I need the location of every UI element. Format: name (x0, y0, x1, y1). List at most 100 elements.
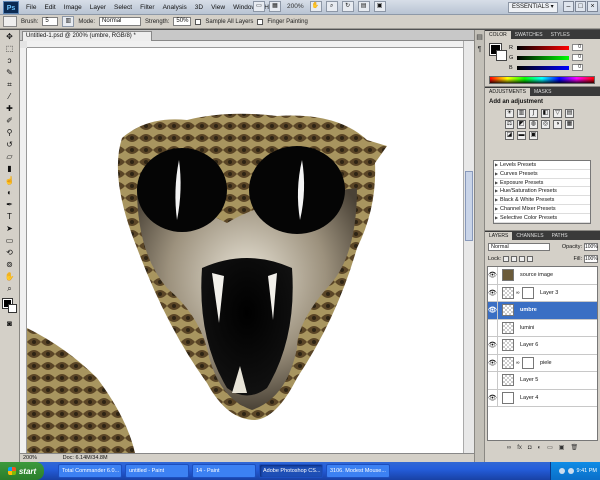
arrange-documents-icon[interactable]: ▤ (357, 1, 370, 12)
menu-image[interactable]: Image (60, 0, 86, 15)
opacity-field[interactable]: 100% (584, 242, 598, 251)
eye-hidden-icon[interactable] (488, 371, 498, 389)
hue-saturation-icon[interactable]: ▤ (565, 109, 574, 118)
mask-link-icon[interactable]: ∞ (516, 290, 521, 296)
tab-channels[interactable]: CHANNELS (512, 232, 547, 240)
menu-select[interactable]: Select (110, 0, 136, 15)
menu-analysis[interactable]: Analysis (159, 0, 191, 15)
exposure-icon[interactable]: ◧ (541, 109, 550, 118)
green-value-field[interactable]: 0 (572, 54, 583, 61)
document-tab[interactable]: Untitled-1.psd @ 200% (umbre, RGB/8) * (22, 31, 152, 41)
lock-pixels-icon[interactable] (511, 255, 518, 262)
menu-3d[interactable]: 3D (191, 0, 207, 15)
invert-icon[interactable]: ◑ (553, 120, 562, 129)
shape-tool-icon[interactable]: ▭ (3, 235, 17, 246)
view-extras-icon[interactable]: ▦ (269, 1, 281, 12)
red-value-field[interactable]: 0 (572, 44, 583, 51)
eyedropper-tool-icon[interactable]: ⁄ (3, 91, 17, 102)
minimize-button[interactable]: – (563, 1, 574, 12)
fill-field[interactable]: 100% (584, 254, 598, 263)
close-button[interactable]: × (587, 1, 598, 12)
tab-styles[interactable]: STYLES (547, 31, 574, 39)
vertical-scrollbar[interactable] (463, 41, 474, 453)
blue-value-field[interactable]: 0 (572, 64, 583, 71)
preset-hue-saturation[interactable]: Hue/Saturation Presets (494, 187, 590, 197)
brush-panel-icon[interactable]: ▥ (62, 16, 75, 27)
ruler-origin[interactable] (20, 41, 27, 48)
eye-icon[interactable]: 👁 (488, 336, 498, 354)
paragraph-panel-icon[interactable]: ¶ (476, 46, 484, 54)
eraser-tool-icon[interactable]: ▱ (3, 151, 17, 162)
tool-preset-picker[interactable] (3, 16, 17, 27)
color-balance-icon[interactable]: ⚖ (505, 120, 514, 129)
preset-levels[interactable]: Levels Presets (494, 161, 590, 170)
new-layer-icon[interactable]: ▣ (559, 444, 565, 451)
clone-stamp-tool-icon[interactable]: ⚲ (3, 127, 17, 138)
status-doc-size[interactable]: Doc: 6.14M/34.8M (63, 455, 108, 461)
link-layers-icon[interactable]: ∞ (507, 445, 511, 451)
hand-tool-icon[interactable]: ✋ (309, 1, 322, 12)
screen-mode-icon[interactable]: ▣ (373, 1, 386, 12)
finger-painting-checkbox[interactable] (257, 18, 264, 25)
color-swatches[interactable] (1, 298, 18, 314)
mode-select[interactable]: Normal (99, 17, 142, 26)
selective-color-icon[interactable]: ▣ (529, 131, 538, 140)
eye-icon[interactable]: 👁 (488, 284, 498, 302)
red-slider[interactable] (517, 45, 569, 50)
layer-style-icon[interactable]: fx (517, 445, 522, 451)
hand-tool-icon[interactable]: ✋ (3, 271, 17, 282)
start-button[interactable]: start (0, 462, 44, 480)
taskbar-item-modest-mouse[interactable]: 3106. Modest Mouse... (326, 464, 390, 478)
menu-file[interactable]: File (22, 0, 40, 15)
path-select-tool-icon[interactable]: ➤ (3, 223, 17, 234)
preset-exposure[interactable]: Exposure Presets (494, 179, 590, 188)
threshold-icon[interactable]: ◪ (505, 131, 514, 140)
maximize-button[interactable]: □ (575, 1, 586, 12)
curves-icon[interactable]: ∫ (529, 109, 538, 118)
photo-filter-icon[interactable]: ◍ (529, 120, 538, 129)
dodge-tool-icon[interactable]: ◐ (3, 187, 17, 198)
tab-adjustments[interactable]: ADJUSTMENTS (485, 88, 530, 96)
type-tool-icon[interactable]: T (3, 211, 17, 222)
zoom-tool-icon[interactable]: ⌕ (325, 1, 338, 12)
color-panel-background-swatch[interactable] (496, 50, 507, 61)
new-adjustment-layer-icon[interactable]: ◐ (537, 445, 541, 451)
vertical-ruler[interactable] (20, 48, 27, 453)
eye-icon[interactable]: 👁 (488, 389, 498, 407)
3d-camera-tool-icon[interactable]: ⊚ (3, 259, 17, 270)
lock-all-icon[interactable] (527, 255, 534, 262)
layer-row-layer-4[interactable]: 👁 Layer 4 (488, 389, 597, 407)
gradient-map-icon[interactable]: ▬ (517, 131, 526, 140)
green-slider[interactable] (517, 55, 569, 60)
eye-icon[interactable]: 👁 (488, 267, 498, 284)
black-white-icon[interactable]: ◩ (517, 120, 526, 129)
vertical-scrollbar-thumb[interactable] (465, 171, 473, 241)
volume-icon[interactable] (567, 468, 574, 474)
lasso-tool-icon[interactable]: ↄ (3, 55, 17, 66)
bridge-icon[interactable]: ▭ (253, 1, 265, 12)
menu-filter[interactable]: Filter (136, 0, 158, 15)
background-color-swatch[interactable] (7, 304, 17, 313)
eye-icon[interactable]: 👁 (488, 354, 498, 372)
strength-field[interactable]: 50% (173, 17, 192, 26)
lock-transparency-icon[interactable] (503, 255, 510, 262)
menu-layer[interactable]: Layer (86, 0, 110, 15)
taskbar-item-photoshop[interactable]: Adobe Photoshop CS... (259, 464, 323, 478)
status-zoom[interactable]: 200% (23, 455, 37, 461)
blend-mode-select[interactable]: Normal (488, 242, 550, 251)
layer-row-source-image[interactable]: 👁 source image (488, 267, 597, 285)
layer-row-lumini[interactable]: lumini (488, 319, 597, 337)
move-tool-icon[interactable]: ✥ (3, 31, 17, 42)
layer-row-umbre[interactable]: 👁 umbre (488, 301, 597, 320)
history-brush-tool-icon[interactable]: ↺ (3, 139, 17, 150)
marquee-tool-icon[interactable]: ⬚ (3, 43, 17, 54)
3d-rotate-tool-icon[interactable]: ⟲ (3, 247, 17, 258)
channel-mixer-icon[interactable]: ◎ (541, 120, 550, 129)
preset-black-white[interactable]: Black & White Presets (494, 196, 590, 205)
rotate-view-icon[interactable]: ↻ (341, 1, 354, 12)
new-group-icon[interactable]: ▭ (547, 444, 553, 451)
document-canvas[interactable] (27, 48, 463, 453)
pen-tool-icon[interactable]: ✒ (3, 199, 17, 210)
menu-edit[interactable]: Edit (40, 0, 59, 15)
zoom-tool-icon[interactable]: ⌕ (3, 283, 17, 294)
